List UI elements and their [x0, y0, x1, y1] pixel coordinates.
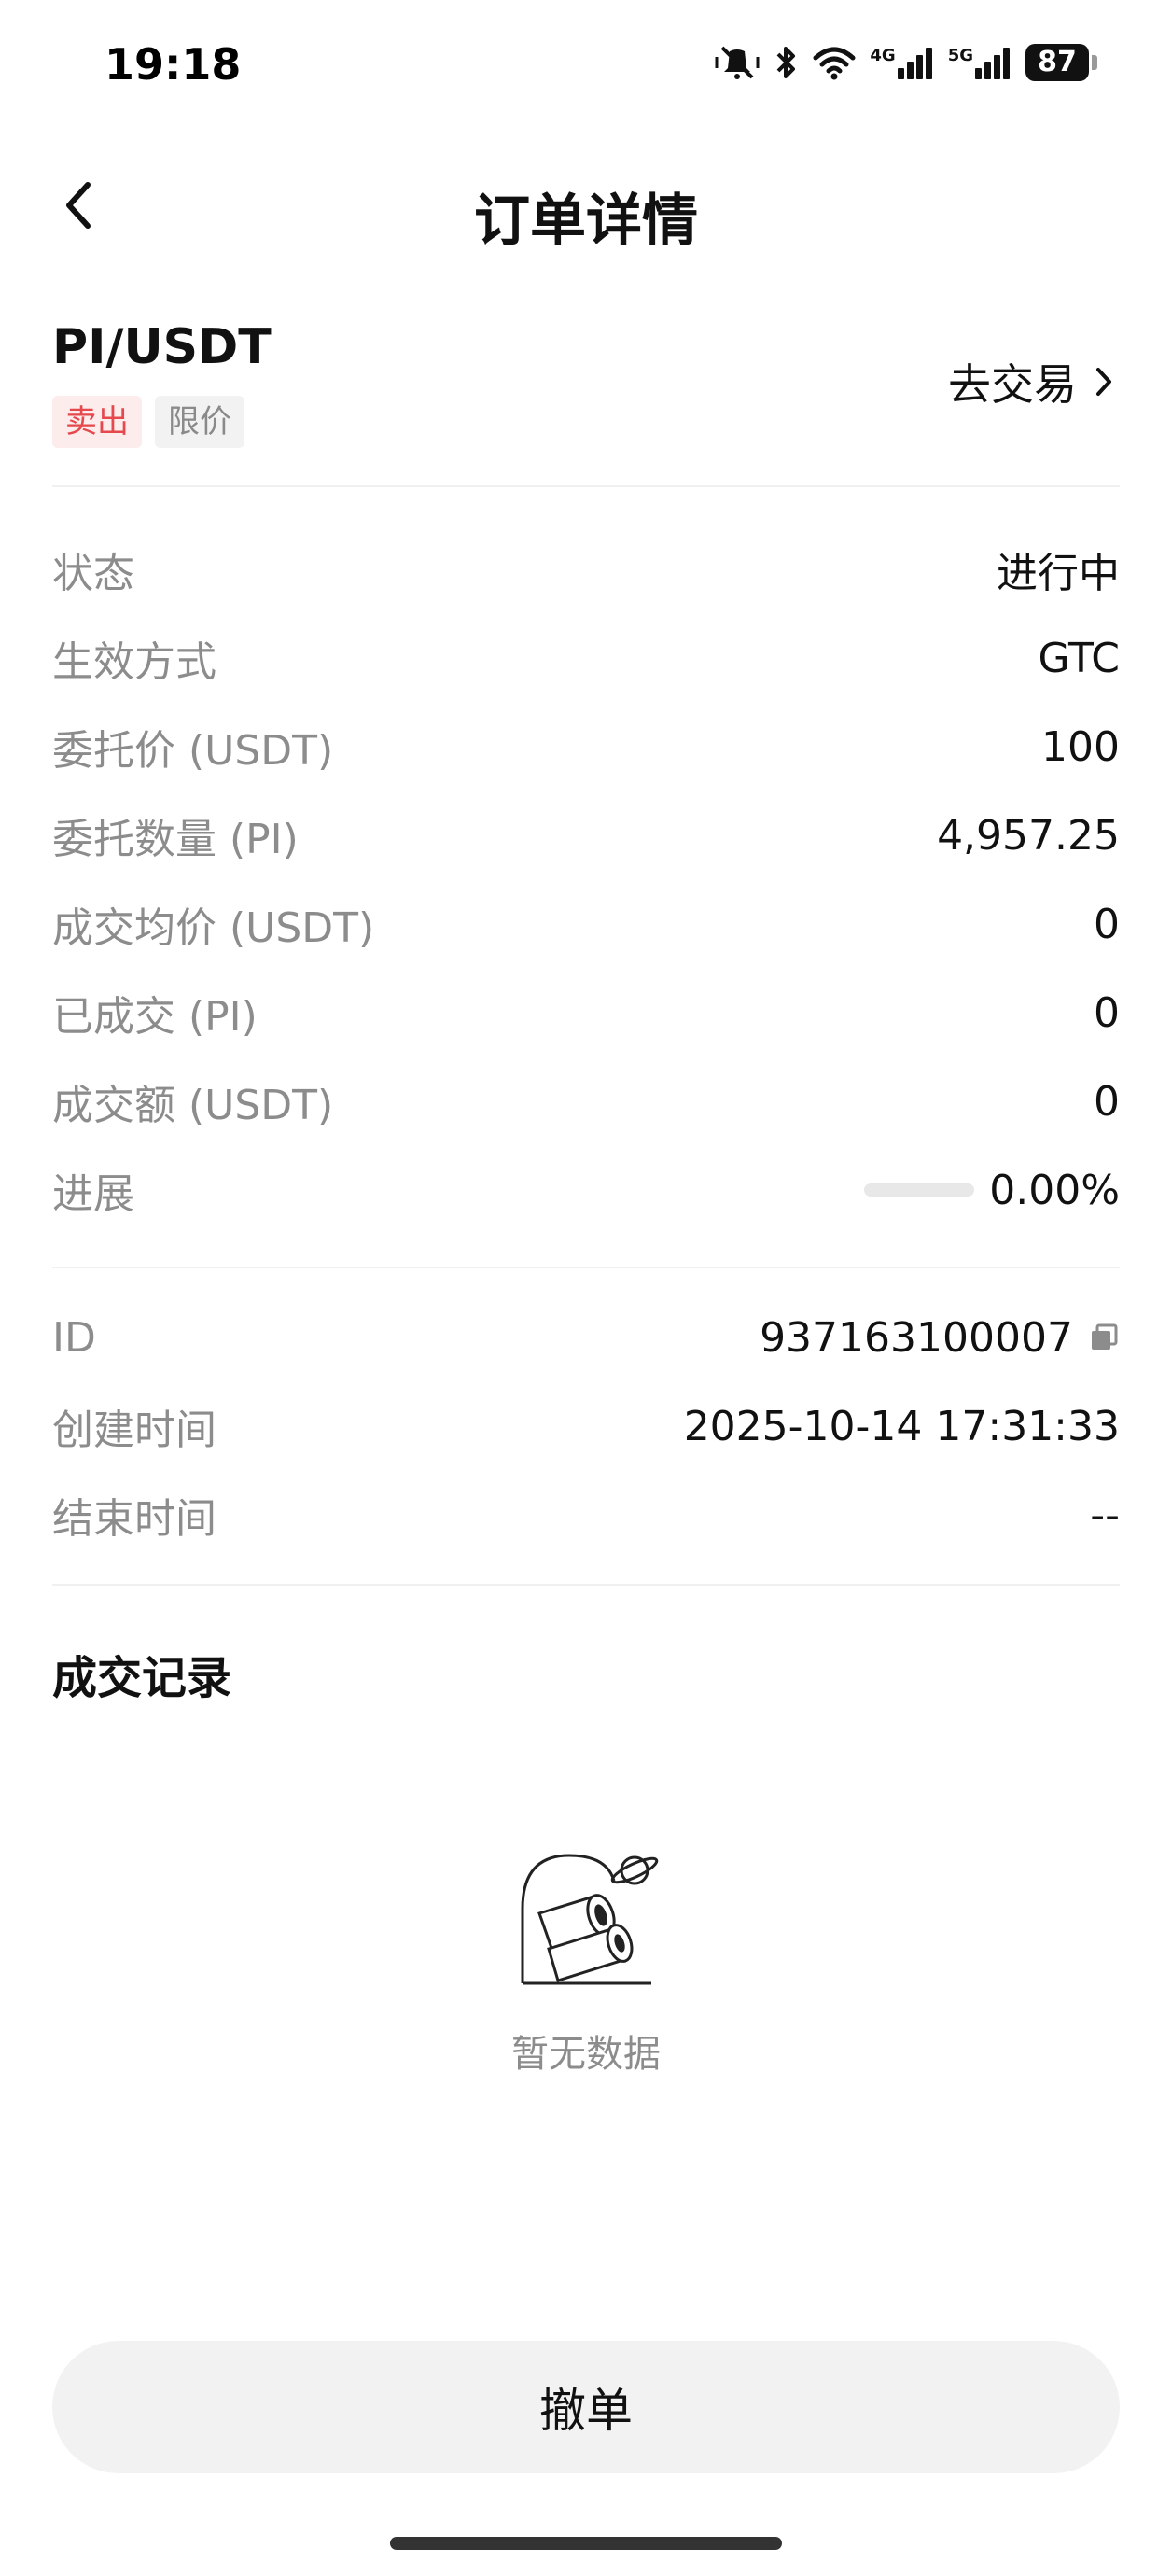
meta-row-id: ID 937163100007 [52, 1300, 1120, 1375]
network-label-5g: 5G [947, 46, 973, 65]
mute-icon [713, 44, 761, 81]
status-icons: 4G 5G 87 [713, 43, 1097, 82]
detail-row-filled: 已成交 (PI) 0 [52, 975, 1120, 1050]
detail-row-status: 状态 进行中 [52, 532, 1120, 607]
go-trade-label: 去交易 [948, 359, 1077, 410]
detail-value: GTC [1038, 634, 1120, 682]
progress-bar [864, 1183, 975, 1197]
home-indicator[interactable] [390, 2537, 782, 2550]
detail-value: 4,957.25 [937, 811, 1120, 860]
detail-row-order-price: 委托价 (USDT) 100 [52, 709, 1120, 784]
meta-label: 创建时间 [52, 1407, 216, 1454]
detail-value: 0 [1094, 1077, 1120, 1126]
detail-row-avg-price: 成交均价 (USDT) 0 [52, 887, 1120, 961]
divider [52, 485, 1120, 487]
detail-label: 成交额 (USDT) [52, 1082, 334, 1129]
meta-row-ended: 结束时间 -- [52, 1477, 1120, 1552]
wifi-icon [812, 45, 857, 80]
bluetooth-icon [774, 43, 799, 82]
battery-icon: 87 [1026, 44, 1097, 81]
meta-value: -- [1090, 1491, 1120, 1539]
detail-row-turnover: 成交额 (USDT) 0 [52, 1064, 1120, 1139]
detail-label: 状态 [52, 550, 134, 597]
detail-value: 0 [1094, 988, 1120, 1037]
detail-label: 已成交 (PI) [52, 993, 258, 1041]
detail-label: 委托数量 (PI) [52, 816, 299, 863]
header: 订单详情 [0, 149, 1172, 261]
chevron-right-icon [1096, 368, 1111, 396]
progress-value-group: 0.00% [864, 1167, 1120, 1214]
detail-row-time-in-force: 生效方式 GTC [52, 621, 1120, 695]
pair-title: PI/USDT [52, 319, 272, 375]
meta-label: ID [52, 1313, 96, 1362]
detail-label: 委托价 (USDT) [52, 727, 334, 775]
detail-label: 生效方式 [52, 638, 216, 686]
meta-value-group: 937163100007 [760, 1314, 1120, 1362]
page-title: 订单详情 [474, 189, 698, 254]
order-type-tag: 限价 [155, 396, 244, 448]
divider [52, 1584, 1120, 1586]
signal-icon-4g: 4G [870, 46, 934, 79]
binoculars-empty-icon [521, 1854, 659, 1985]
signal-icon-5g: 5G [948, 46, 1012, 79]
progress-percent: 0.00% [989, 1166, 1120, 1214]
cancel-order-button[interactable]: 撤单 [52, 2341, 1120, 2473]
side-tag: 卖出 [52, 396, 142, 448]
detail-value: 进行中 [997, 550, 1120, 597]
detail-value: 100 [1041, 722, 1120, 771]
copy-icon[interactable] [1088, 1322, 1120, 1353]
order-id: 937163100007 [760, 1313, 1073, 1362]
meta-row-created: 创建时间 2025-10-14 17:31:33 [52, 1389, 1120, 1463]
status-time: 19:18 [105, 39, 242, 90]
network-label-4g: 4G [870, 46, 896, 65]
divider [52, 1267, 1120, 1268]
detail-value: 0 [1094, 900, 1120, 948]
detail-row-progress: 进展 0.00% [52, 1153, 1120, 1227]
meta-value: 2025-10-14 17:31:33 [683, 1402, 1120, 1450]
progress-label: 进展 [52, 1170, 134, 1218]
order-tags: 卖出 限价 [52, 396, 244, 448]
status-bar: 19:18 4G 5G 87 [0, 0, 1172, 131]
detail-row-order-amount: 委托数量 (PI) 4,957.25 [52, 798, 1120, 873]
go-trade-link[interactable]: 去交易 [948, 351, 1114, 413]
meta-label: 结束时间 [52, 1495, 216, 1543]
battery-level: 87 [1026, 44, 1089, 81]
detail-label: 成交均价 (USDT) [52, 904, 375, 952]
order-detail-screen: 19:18 4G 5G 87 订单详情 PI/USDT 卖出 限价 去交易 状态… [0, 0, 1172, 2576]
empty-state-text: 暂无数据 [511, 2033, 661, 2076]
battery-tip [1092, 55, 1097, 70]
records-title: 成交记录 [52, 1652, 232, 1704]
